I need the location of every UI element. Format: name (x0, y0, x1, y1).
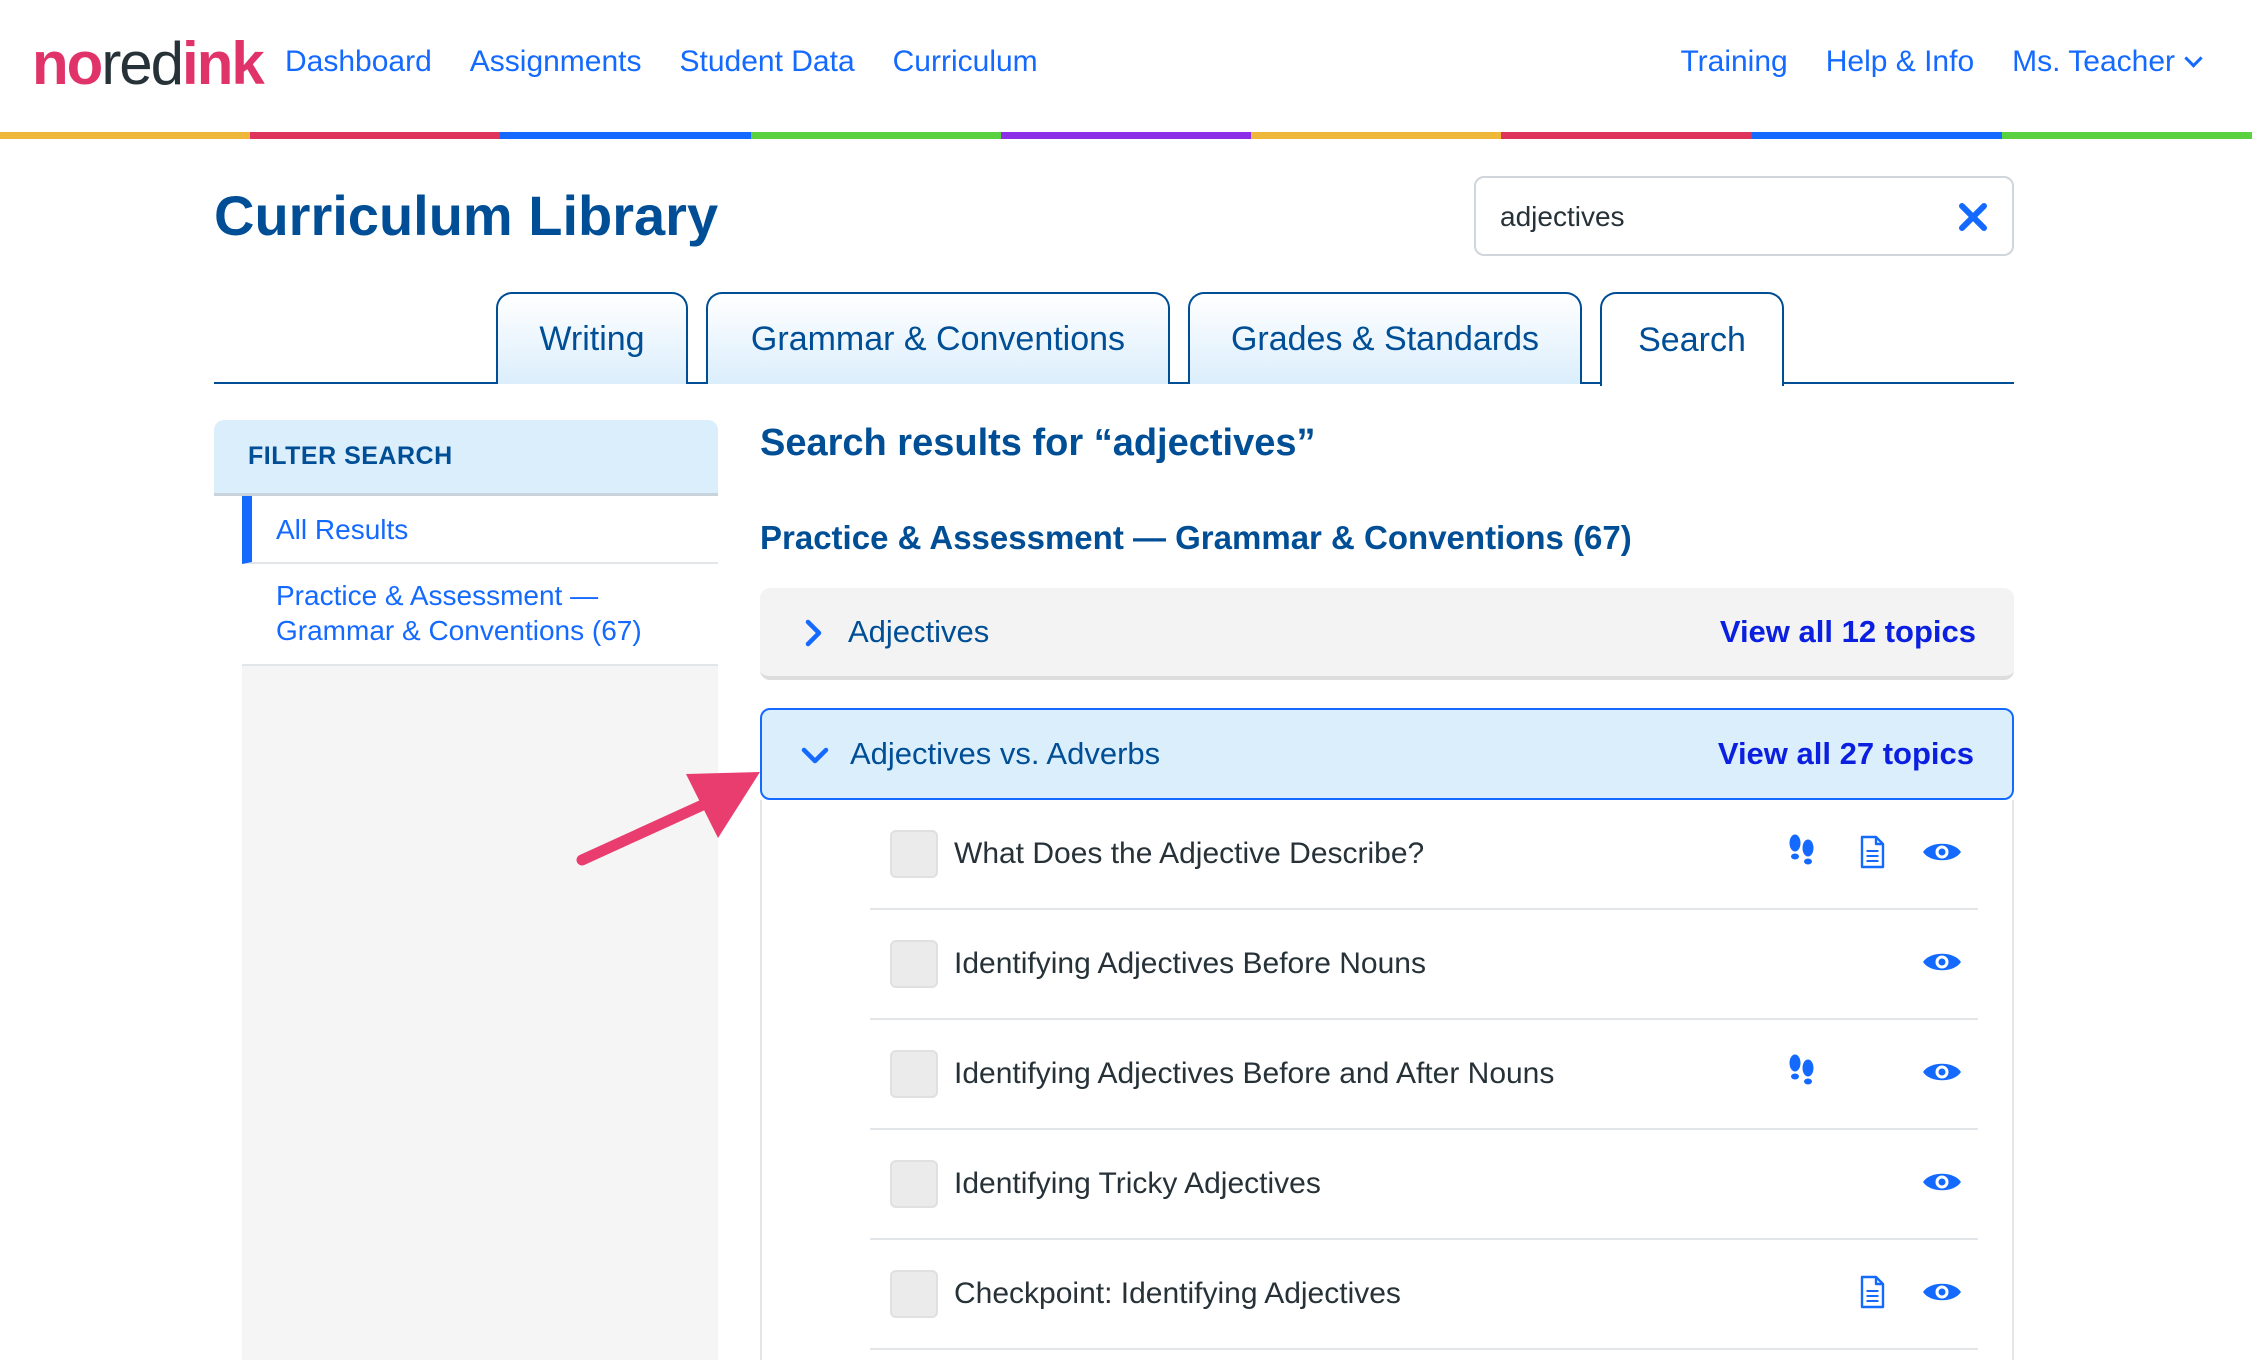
topic-label: Identifying Adjectives Before Nouns (954, 947, 1426, 980)
chevron-down-icon (801, 747, 829, 764)
eye-icon[interactable] (1920, 1270, 1964, 1314)
rainbow-segment (250, 132, 501, 139)
document-icon[interactable] (1850, 830, 1894, 874)
nav-training[interactable]: Training (1680, 42, 1787, 82)
footsteps-icon[interactable] (1780, 1050, 1824, 1094)
topic-checkbox[interactable] (890, 830, 938, 878)
search-input[interactable] (1500, 196, 1940, 238)
nav-help-info[interactable]: Help & Info (1826, 42, 1974, 82)
secondary-nav: Training Help & Info Ms. Teacher (1680, 42, 2203, 82)
tab-grades-standards[interactable]: Grades & Standards (1188, 292, 1582, 384)
topic-label: What Does the Adjective Describe? (954, 837, 1425, 870)
rainbow-segment (0, 132, 251, 139)
search-box (1474, 176, 2014, 256)
topic-label: Identifying Adjectives Before and After … (954, 1057, 1555, 1090)
page-title: Curriculum Library (214, 184, 719, 247)
topic-checkbox[interactable] (890, 1270, 938, 1318)
user-menu[interactable]: Ms. Teacher (2012, 42, 2203, 82)
top-navigation: noredink Dashboard Assignments Student D… (0, 0, 2252, 134)
accordion-label: Adjectives (848, 614, 990, 649)
nav-assignments[interactable]: Assignments (470, 42, 642, 82)
nav-student-data[interactable]: Student Data (680, 42, 855, 82)
eye-icon[interactable] (1920, 1160, 1964, 1204)
rainbow-divider (0, 132, 2252, 139)
rainbow-segment (1251, 132, 1502, 139)
topic-row: What Does the Adjective Describe? (870, 800, 1978, 910)
chevron-right-icon (805, 619, 822, 647)
footsteps-icon[interactable] (1780, 830, 1824, 874)
filter-sidebar: FILTER SEARCH All Results Practice & Ass… (214, 420, 718, 1360)
logo-part-red: red (101, 30, 184, 97)
filter-list: All Results Practice & Assessment — Gram… (242, 496, 718, 1360)
filter-all-results[interactable]: All Results (242, 496, 718, 564)
nav-dashboard[interactable]: Dashboard (285, 42, 432, 82)
document-icon[interactable] (1850, 1270, 1894, 1314)
rainbow-segment (1000, 132, 1252, 139)
logo-part-no: no (32, 30, 103, 97)
close-icon[interactable] (1952, 196, 1994, 238)
eye-icon[interactable] (1920, 830, 1964, 874)
chevron-down-icon (2184, 49, 2203, 68)
primary-nav: Dashboard Assignments Student Data Curri… (285, 42, 1038, 82)
search-results-title: Search results for “adjectives” (760, 422, 1316, 464)
accordion-label: Adjectives vs. Adverbs (850, 736, 1161, 771)
topic-label: Identifying Tricky Adjectives (954, 1167, 1321, 1200)
tab-writing[interactable]: Writing (496, 292, 688, 384)
tab-grammar-conventions[interactable]: Grammar & Conventions (706, 292, 1170, 384)
results-section-title: Practice & Assessment — Grammar & Conven… (760, 519, 1632, 556)
topic-row: Identifying Adjectives Before and After … (870, 1020, 1978, 1130)
topic-row: Identifying Adjectives Before Nouns (870, 910, 1978, 1020)
topic-checkbox[interactable] (890, 1050, 938, 1098)
tab-search[interactable]: Search (1600, 292, 1784, 386)
filter-label-line2: Grammar & Conventions (67) (276, 615, 642, 646)
topic-row: Identifying Tricky Adjectives (870, 1130, 1978, 1240)
eye-icon[interactable] (1920, 1050, 1964, 1094)
view-all-topics-link[interactable]: View all 12 topics (1720, 614, 1976, 650)
nav-curriculum[interactable]: Curriculum (893, 42, 1038, 82)
annotation-arrow-icon (576, 772, 760, 866)
topic-checkbox[interactable] (890, 940, 938, 988)
noredink-logo[interactable]: noredink (32, 30, 265, 98)
topic-checkbox[interactable] (890, 1160, 938, 1208)
filter-practice-assessment[interactable]: Practice & Assessment — Grammar & Conven… (242, 564, 718, 666)
filter-search-header: FILTER SEARCH (214, 420, 718, 496)
rainbow-segment (750, 132, 1001, 139)
logo-part-ink: ink (182, 30, 265, 97)
rainbow-segment (1501, 132, 1752, 139)
rainbow-segment (1751, 132, 2002, 139)
accordion-adjectives-vs-adverbs[interactable]: Adjectives vs. Adverbs View all 27 topic… (760, 708, 2014, 800)
accordion-body: What Does the Adjective Describe? Identi… (760, 800, 2014, 1360)
accordion-adjectives[interactable]: Adjectives View all 12 topics (760, 588, 2014, 680)
eye-icon[interactable] (1920, 940, 1964, 984)
filter-label-line1: Practice & Assessment — (276, 580, 599, 611)
rainbow-segment (2001, 132, 2252, 139)
topic-label: Checkpoint: Identifying Adjectives (954, 1277, 1401, 1310)
topic-row: Checkpoint: Identifying Adjectives (870, 1240, 1978, 1350)
user-name: Ms. Teacher (2012, 45, 2175, 78)
rainbow-segment (500, 132, 751, 139)
view-all-topics-link[interactable]: View all 27 topics (1718, 736, 1974, 772)
